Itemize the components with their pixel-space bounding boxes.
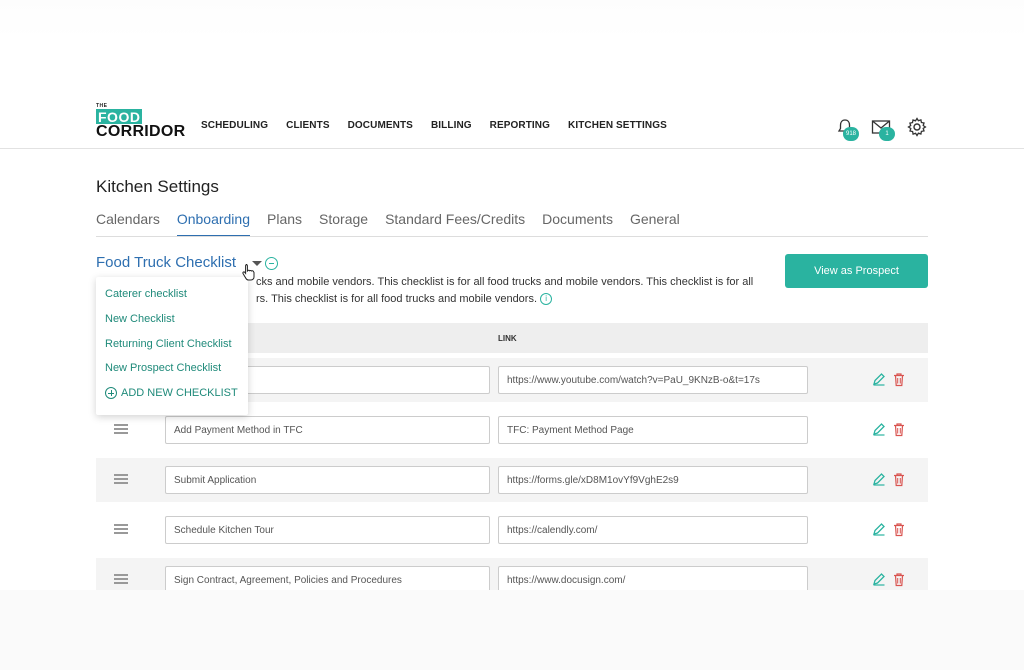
bottom-backdrop (0, 590, 1024, 670)
description-line-1: cks and mobile vendors. This checklist i… (256, 276, 754, 288)
hand-pointer-icon (242, 264, 255, 281)
main-nav: SCHEDULING CLIENTS DOCUMENTS BILLING REP… (201, 120, 685, 131)
messages-badge: 1 (879, 127, 895, 141)
tab-general[interactable]: General (630, 211, 680, 237)
column-header-link: LINK (498, 334, 517, 343)
step-link-input[interactable] (498, 366, 808, 394)
messages-button[interactable]: 1 (870, 116, 895, 141)
step-title-input[interactable] (165, 416, 490, 444)
drag-handle-icon[interactable] (114, 524, 128, 534)
add-new-checklist-button[interactable]: ADD NEW CHECKLIST (105, 387, 238, 399)
logo-corridor: CORRIDOR (96, 123, 186, 140)
step-title-input[interactable] (165, 516, 490, 544)
remove-circle-icon[interactable] (265, 257, 278, 270)
pencil-icon[interactable] (872, 572, 886, 586)
tab-calendars[interactable]: Calendars (96, 211, 160, 237)
nav-scheduling[interactable]: SCHEDULING (201, 120, 268, 131)
settings-tabs: Calendars Onboarding Plans Storage Stand… (96, 211, 697, 237)
add-new-checklist-label: ADD NEW CHECKLIST (121, 387, 238, 399)
nav-billing[interactable]: BILLING (431, 120, 472, 131)
gear-icon (907, 117, 927, 137)
description-line-2: rs. This checklist is for all food truck… (256, 293, 538, 305)
pencil-icon[interactable] (872, 472, 886, 486)
tab-storage[interactable]: Storage (319, 211, 368, 237)
table-row (96, 458, 928, 502)
step-link-input[interactable] (498, 416, 808, 444)
settings-button[interactable] (906, 116, 928, 138)
nav-reporting[interactable]: REPORTING (490, 120, 550, 131)
trash-icon[interactable] (892, 472, 906, 487)
checklist-dropdown-menu: Caterer checklist New Checklist Returnin… (96, 277, 248, 415)
dropdown-item-new-prospect-checklist[interactable]: New Prospect Checklist (105, 362, 221, 374)
page-title: Kitchen Settings (96, 177, 219, 196)
step-title-input[interactable] (165, 466, 490, 494)
pencil-icon[interactable] (872, 372, 886, 386)
view-as-prospect-button[interactable]: View as Prospect (785, 254, 928, 288)
checklist-selector[interactable]: Food Truck Checklist (96, 254, 236, 271)
header-divider (0, 148, 1024, 149)
pencil-icon[interactable] (872, 422, 886, 436)
pencil-icon[interactable] (872, 522, 886, 536)
trash-icon[interactable] (892, 372, 906, 387)
tab-plans[interactable]: Plans (267, 211, 302, 237)
dropdown-item-caterer-checklist[interactable]: Caterer checklist (105, 288, 187, 300)
info-icon[interactable]: i (540, 293, 553, 306)
drag-handle-icon[interactable] (114, 424, 128, 434)
trash-icon[interactable] (892, 572, 906, 587)
tabs-divider (96, 236, 928, 237)
step-link-input[interactable] (498, 466, 808, 494)
logo-food: FOOD (96, 109, 143, 125)
header-icons: 918 1 (834, 116, 928, 141)
notifications-badge: 918 (843, 127, 859, 141)
top-backdrop (0, 0, 1024, 40)
brand-logo[interactable]: THE FOOD CORRIDOR (96, 103, 186, 143)
drag-handle-icon[interactable] (114, 574, 128, 584)
notifications-button[interactable]: 918 (834, 116, 859, 141)
plus-circle-icon (105, 387, 117, 399)
nav-clients[interactable]: CLIENTS (286, 120, 329, 131)
step-link-input[interactable] (498, 516, 808, 544)
table-row (96, 508, 928, 552)
dropdown-item-new-checklist[interactable]: New Checklist (105, 313, 175, 325)
tab-onboarding[interactable]: Onboarding (176, 211, 250, 237)
trash-icon[interactable] (892, 422, 906, 437)
trash-icon[interactable] (892, 522, 906, 537)
nav-documents[interactable]: DOCUMENTS (348, 120, 413, 131)
drag-handle-icon[interactable] (114, 474, 128, 484)
tab-documents[interactable]: Documents (542, 211, 613, 237)
tab-standard-fees-credits[interactable]: Standard Fees/Credits (385, 211, 525, 237)
nav-kitchen-settings[interactable]: KITCHEN SETTINGS (568, 120, 667, 131)
dropdown-item-returning-client-checklist[interactable]: Returning Client Checklist (105, 338, 232, 350)
app-window: THE FOOD CORRIDOR SCHEDULING CLIENTS DOC… (0, 0, 1024, 670)
checklist-description: cks and mobile vendors. This checklist i… (256, 274, 776, 308)
